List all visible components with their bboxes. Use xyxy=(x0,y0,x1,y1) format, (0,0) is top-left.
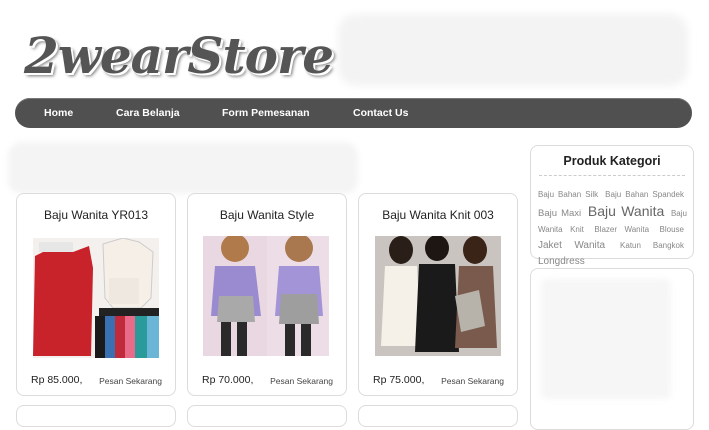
main-navigation: Home Cara Belanja Form Pemesanan Contact… xyxy=(15,98,692,128)
product-title[interactable]: Baju Wanita Style xyxy=(188,208,346,222)
widget-content-placeholder xyxy=(541,279,671,399)
product-card-partial xyxy=(187,405,347,427)
product-card: Baju Wanita Style Rp 70.000, Pesan Sekar… xyxy=(187,193,347,396)
tag-link[interactable]: Blouse xyxy=(660,225,684,234)
nav-contact-us[interactable]: Contact Us xyxy=(353,98,408,128)
tag-link[interactable]: Longdress xyxy=(538,256,585,267)
tag-link[interactable]: Blazer Wanita xyxy=(594,225,649,234)
product-price: Rp 85.000, xyxy=(31,374,83,386)
tag-link[interactable]: Jaket Wanita xyxy=(538,240,605,251)
product-image[interactable] xyxy=(373,236,503,356)
nav-cara-belanja[interactable]: Cara Belanja xyxy=(116,98,180,128)
tag-link[interactable]: Baju Bahan Silk xyxy=(538,190,598,199)
order-button[interactable]: Pesan Sekarang xyxy=(441,376,504,386)
product-title[interactable]: Baju Wanita Knit 003 xyxy=(359,208,517,222)
content-ad-banner xyxy=(8,142,358,194)
nav-home[interactable]: Home xyxy=(44,98,73,128)
tag-link[interactable]: Baju Wanita xyxy=(588,203,664,219)
widget-title: Produk Kategori xyxy=(563,154,661,168)
tag-cloud: Baju Bahan Silk Baju Bahan Spandek Baju … xyxy=(538,187,687,270)
tag-link[interactable]: Baju Bahan Spandek xyxy=(605,190,684,199)
product-image[interactable] xyxy=(202,236,330,356)
product-image[interactable] xyxy=(33,238,159,358)
order-button[interactable]: Pesan Sekarang xyxy=(270,376,333,386)
product-card: Baju Wanita YR013 Rp 85.000, Pesan Sekar… xyxy=(16,193,176,396)
product-price: Rp 70.000, xyxy=(202,374,254,386)
category-widget: Produk Kategori Baju Bahan Silk Baju Bah… xyxy=(530,145,694,267)
tag-link[interactable]: Katun Bangkok xyxy=(620,241,684,250)
divider xyxy=(539,175,685,176)
product-price: Rp 75.000, xyxy=(373,374,425,386)
product-card-partial xyxy=(16,405,176,427)
header-banner-ad xyxy=(338,14,688,86)
tag-link[interactable]: Baju Maxi xyxy=(538,208,581,219)
product-card-partial xyxy=(358,405,518,427)
product-title[interactable]: Baju Wanita YR013 xyxy=(17,208,175,222)
sidebar-widget xyxy=(530,268,694,430)
product-card: Baju Wanita Knit 003 Rp 75.000, Pesan Se… xyxy=(358,193,518,396)
nav-form-pemesanan[interactable]: Form Pemesanan xyxy=(222,98,310,128)
site-logo[interactable]: 2wearStore xyxy=(24,26,334,85)
order-button[interactable]: Pesan Sekarang xyxy=(99,376,162,386)
